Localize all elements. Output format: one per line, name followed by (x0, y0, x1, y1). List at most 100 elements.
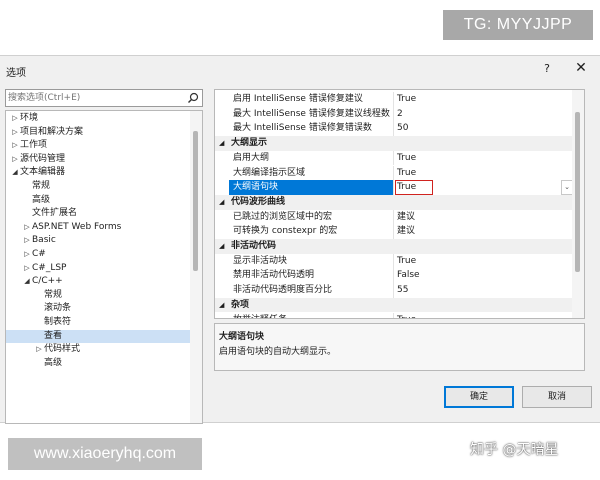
collapse-arrow-icon[interactable]: ◢ (219, 136, 224, 151)
column-divider[interactable] (393, 121, 394, 137)
tree-item[interactable]: 制表符 (6, 316, 190, 330)
property-value[interactable]: True (397, 180, 416, 195)
search-box[interactable] (5, 89, 203, 107)
grid-scroll-thumb[interactable] (575, 112, 580, 272)
tree-item[interactable]: ▷ 代码样式 (6, 343, 190, 357)
property-value[interactable]: 50 (397, 121, 408, 136)
property-row[interactable]: 最大 IntelliSense 错误修复建议线程数 2 (215, 106, 572, 122)
property-name: 显示非活动块 (233, 255, 288, 266)
tree-item[interactable]: ▷ C#_LSP (6, 262, 190, 276)
property-value[interactable]: True (397, 166, 416, 181)
tree-item[interactable]: 高级 (6, 194, 190, 208)
tree-item[interactable]: 常规 (6, 180, 190, 194)
property-value[interactable]: False (397, 268, 420, 283)
expand-arrow-icon[interactable]: ▷ (10, 153, 20, 167)
property-row[interactable]: 非活动代码透明度百分比 55 (215, 283, 572, 298)
column-divider[interactable] (393, 312, 394, 318)
tree-item[interactable]: 常规 (6, 289, 190, 303)
tree-item-label: ASP.NET Web Forms (32, 221, 122, 232)
category-row[interactable]: ◢ 杂项 (215, 297, 572, 313)
property-row[interactable]: 大纲语句块 True ⌄ (215, 180, 573, 195)
property-row[interactable]: 显示非活动块 True (215, 253, 572, 269)
collapse-arrow-icon[interactable]: ◢ (219, 239, 224, 254)
tree-item[interactable]: 文件扩展名 (6, 207, 190, 221)
tree-item[interactable]: ▷ Basic (6, 234, 190, 248)
close-icon[interactable]: ✕ (574, 60, 588, 76)
property-grid[interactable]: 启用 IntelliSense 错误修复建议 True 最大 IntelliSens… (214, 89, 585, 319)
category-row[interactable]: ◢ 大纲显示 (215, 136, 572, 151)
collapse-arrow-icon[interactable]: ◢ (22, 275, 32, 289)
grid-scrollbar[interactable] (572, 90, 584, 318)
search-input[interactable] (8, 91, 183, 105)
collapse-arrow-icon[interactable]: ◢ (219, 195, 224, 210)
cancel-button[interactable]: 取消 (522, 386, 592, 408)
property-value[interactable]: True (397, 92, 416, 107)
property-row[interactable]: 启用大纲 True (215, 150, 572, 166)
tree-item[interactable]: ▷ 项目和解决方案 (6, 126, 190, 140)
tree-scrollbar[interactable] (190, 111, 202, 423)
column-divider[interactable] (393, 150, 394, 166)
property-value[interactable]: True (397, 151, 416, 166)
property-value[interactable]: 2 (397, 107, 403, 122)
column-divider[interactable] (393, 92, 394, 107)
zhihu-watermark: 知乎 @天暗星 (470, 442, 559, 458)
tree-item-label: 代码样式 (44, 344, 81, 355)
column-divider[interactable] (393, 224, 394, 239)
tree-item[interactable]: ▷ ASP.NET Web Forms (6, 221, 190, 235)
column-divider[interactable] (393, 283, 394, 298)
property-name: 最大 IntelliSense 错误修复错误数 (233, 123, 372, 134)
property-row[interactable]: 可转换为 constexpr 的宏 建议 (215, 224, 572, 239)
property-row[interactable]: 禁用非活动代码透明 False (215, 268, 572, 284)
tree-item[interactable]: ▷ 源代码管理 (6, 153, 190, 167)
expand-arrow-icon[interactable]: ▷ (10, 112, 20, 126)
expand-arrow-icon[interactable]: ▷ (10, 126, 20, 140)
tree-scroll-thumb[interactable] (193, 131, 198, 271)
expand-arrow-icon[interactable]: ▷ (22, 234, 32, 248)
category-label: 非活动代码 (231, 241, 277, 251)
property-row[interactable]: 最大 IntelliSense 错误修复错误数 50 (215, 121, 572, 137)
tree-item[interactable]: ▷ 环境 (6, 112, 190, 126)
tree-item-label: 文件扩展名 (32, 208, 78, 219)
expand-arrow-icon[interactable]: ▷ (10, 139, 20, 153)
ok-button[interactable]: 确定 (444, 386, 514, 408)
category-row[interactable]: ◢ 代码波形曲线 (215, 194, 572, 210)
property-value[interactable]: True (397, 254, 416, 269)
tree-item[interactable]: 查看 (6, 329, 190, 344)
tree-item[interactable]: 高级 (6, 357, 190, 371)
property-row[interactable]: 已跳过的浏览区域中的宏 建议 (215, 209, 572, 225)
tree-item-label: 源代码管理 (20, 153, 66, 164)
tree-item[interactable]: ▷ 工作项 (6, 139, 190, 153)
column-divider[interactable] (393, 180, 394, 195)
column-divider[interactable] (393, 106, 394, 122)
collapse-arrow-icon[interactable]: ◢ (10, 166, 20, 180)
tree-item-label: 高级 (32, 194, 51, 205)
expand-arrow-icon[interactable]: ▷ (22, 248, 32, 262)
category-row[interactable]: ◢ 非活动代码 (215, 239, 572, 254)
tree-item[interactable]: ◢ C/C++ (6, 275, 190, 289)
help-icon[interactable]: ? (541, 62, 553, 75)
tree-item[interactable]: ▷ C# (6, 248, 190, 262)
property-value[interactable]: 建议 (397, 210, 415, 225)
tree-item[interactable]: ◢ 文本编辑器 (6, 166, 190, 180)
column-divider[interactable] (393, 253, 394, 269)
options-tree[interactable]: 高级 ▷ 代码样式 查看 制表符 滚动条 常规 ◢ C/C++ ▷ C#_LSP ▷ C# ▷ Basic ▷… (5, 110, 203, 424)
property-value[interactable]: True (397, 313, 416, 319)
watermark-bottom: www.xiaoeryhq.com (8, 438, 202, 470)
expand-arrow-icon[interactable]: ▷ (22, 262, 32, 276)
tree-item[interactable]: 滚动条 (6, 302, 190, 316)
property-name: 启用 IntelliSense 错误修复建议 (233, 94, 363, 104)
tree-item-label: 制表符 (44, 317, 72, 327)
expand-arrow-icon[interactable]: ▷ (22, 221, 32, 235)
property-row[interactable]: 启用 IntelliSense 错误修复建议 True (215, 92, 572, 107)
column-divider[interactable] (393, 165, 394, 181)
collapse-arrow-icon[interactable]: ◢ (219, 298, 224, 313)
property-value[interactable]: 建议 (397, 224, 415, 239)
search-icon[interactable] (187, 92, 199, 104)
property-row[interactable]: 枚举注释任务 True (215, 312, 572, 319)
expand-arrow-icon[interactable]: ▷ (34, 343, 44, 357)
category-label: 杂项 (231, 299, 250, 310)
column-divider[interactable] (393, 209, 394, 225)
column-divider[interactable] (393, 268, 394, 284)
property-row[interactable]: 大纲编译指示区域 True (215, 165, 572, 181)
property-value[interactable]: 55 (397, 283, 408, 298)
